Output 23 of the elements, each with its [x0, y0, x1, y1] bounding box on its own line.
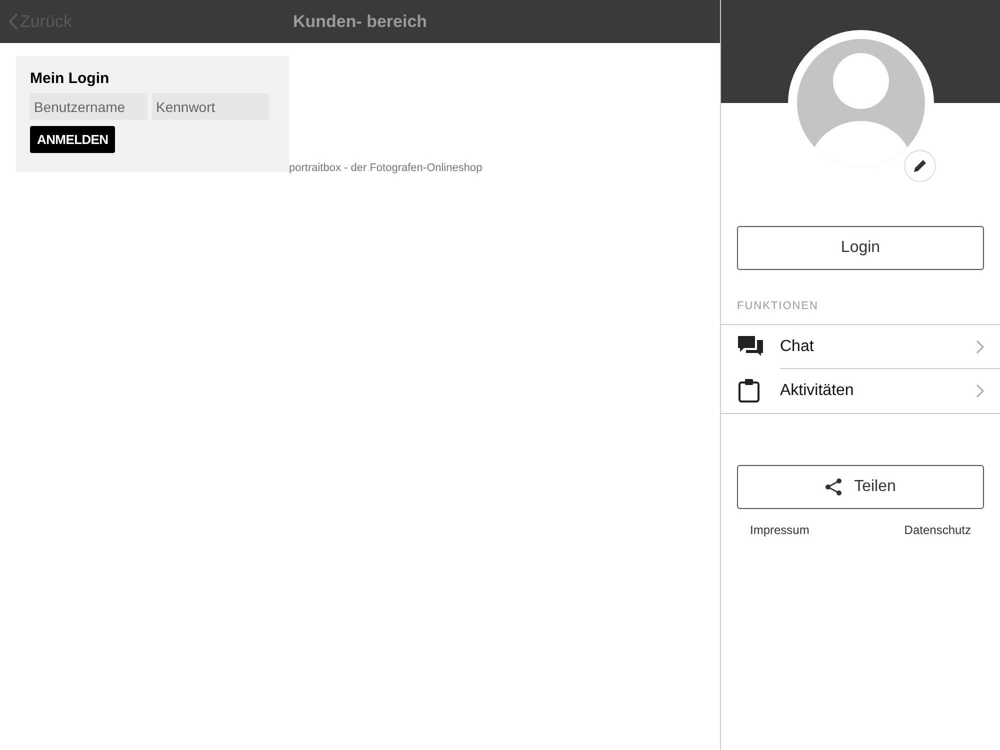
login-submit-button[interactable]: ANMELDEN: [30, 126, 116, 153]
footer-link[interactable]: Datenschutz: [904, 523, 971, 537]
password-field[interactable]: Kennwort: [152, 93, 269, 120]
section-title: FUNKTIONEN: [736, 299, 820, 314]
share-button[interactable]: Teilen: [737, 465, 984, 509]
clipboard-icon: [738, 379, 760, 403]
chevron-left-icon: [8, 13, 18, 30]
chevron-right-icon: [976, 340, 984, 354]
chevron-right-icon: [976, 384, 984, 398]
footer-link[interactable]: Impressum: [750, 523, 810, 537]
card-title: Mein Login: [30, 70, 110, 87]
login-button[interactable]: Login: [737, 226, 984, 270]
menu-item-label: Aktivitäten: [780, 382, 855, 400]
menu-item[interactable]: Chat: [721, 325, 1000, 369]
chat-icon: [738, 336, 763, 358]
page-title: Kunden- bereich: [292, 12, 428, 32]
share-icon: [825, 478, 842, 496]
pencil-icon: [912, 158, 928, 174]
shop-footer-text: portraitbox - der Fotografen-Onlineshop: [289, 162, 482, 174]
menu-item[interactable]: Aktivitäten: [721, 369, 1000, 413]
menu-item-label: Chat: [780, 338, 815, 356]
username-field[interactable]: Benutzername: [30, 93, 147, 120]
edit-button[interactable]: [904, 150, 936, 182]
